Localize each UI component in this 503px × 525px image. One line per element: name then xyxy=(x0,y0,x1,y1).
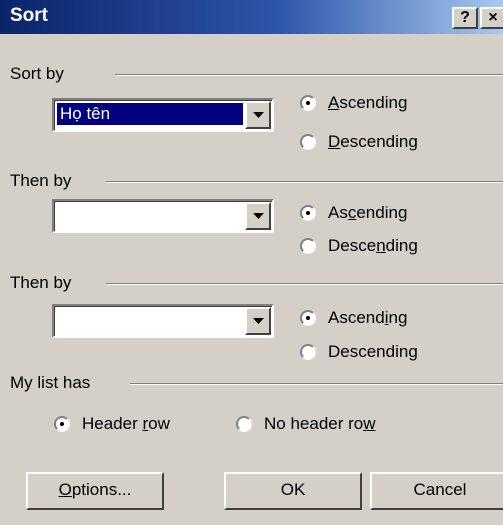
radio-label: No header row xyxy=(264,414,376,433)
radio-label: Descending xyxy=(328,132,418,151)
sort-by-divider xyxy=(115,74,503,76)
chevron-down-icon xyxy=(253,318,264,324)
my-list-has-label: My list has xyxy=(10,373,91,392)
then-by-2-combo[interactable] xyxy=(52,304,274,338)
then-by-2-label: Then by xyxy=(10,273,72,292)
radio-unselected-icon xyxy=(300,238,316,254)
radio-label: Descending xyxy=(328,236,418,255)
then-by-1-label: Then by xyxy=(10,171,72,190)
then-by-2-divider xyxy=(106,283,503,285)
help-button[interactable]: ? xyxy=(452,7,478,29)
close-button[interactable]: × xyxy=(480,7,503,29)
then-by-1-combo[interactable] xyxy=(52,199,274,233)
options-button-label: Options... xyxy=(58,480,132,499)
radio-selected-icon xyxy=(300,95,316,111)
sort-by-dropdown-button[interactable] xyxy=(245,101,271,129)
radio-unselected-icon xyxy=(300,134,316,150)
chevron-down-icon xyxy=(253,112,264,118)
then-by-1-divider xyxy=(106,181,503,183)
sort-by-label: Sort by xyxy=(10,64,64,83)
close-icon: × xyxy=(488,9,498,26)
radio-unselected-icon xyxy=(300,344,316,360)
my-list-has-divider xyxy=(130,383,503,385)
radio-label: Header row xyxy=(82,414,170,433)
dialog-title: Sort xyxy=(10,5,48,26)
options-button[interactable]: Options... xyxy=(26,472,164,510)
then-by-2-dropdown-button[interactable] xyxy=(245,307,271,335)
cancel-button[interactable]: Cancel xyxy=(370,472,503,510)
radio-selected-icon xyxy=(300,310,316,326)
chevron-down-icon xyxy=(253,213,264,219)
radio-label: Descending xyxy=(328,342,418,361)
radio-label: Ascending xyxy=(328,308,408,327)
radio-selected-icon xyxy=(54,416,70,432)
radio-unselected-icon xyxy=(236,416,252,432)
title-bar: Sort ? × xyxy=(0,0,503,34)
radio-selected-icon xyxy=(300,205,316,221)
sort-dialog: Sort ? × Sort by Họ tên Ascending Descen… xyxy=(0,0,503,525)
ok-button[interactable]: OK xyxy=(224,472,362,510)
sort-by-combo[interactable]: Họ tên xyxy=(52,98,274,132)
radio-label: Ascending xyxy=(328,203,408,222)
radio-label: Ascending xyxy=(328,93,408,112)
sort-by-combo-value: Họ tên xyxy=(57,103,243,125)
then-by-1-dropdown-button[interactable] xyxy=(245,202,271,230)
help-icon: ? xyxy=(460,9,470,26)
cancel-button-label: Cancel xyxy=(413,480,467,499)
ok-button-label: OK xyxy=(280,480,306,499)
